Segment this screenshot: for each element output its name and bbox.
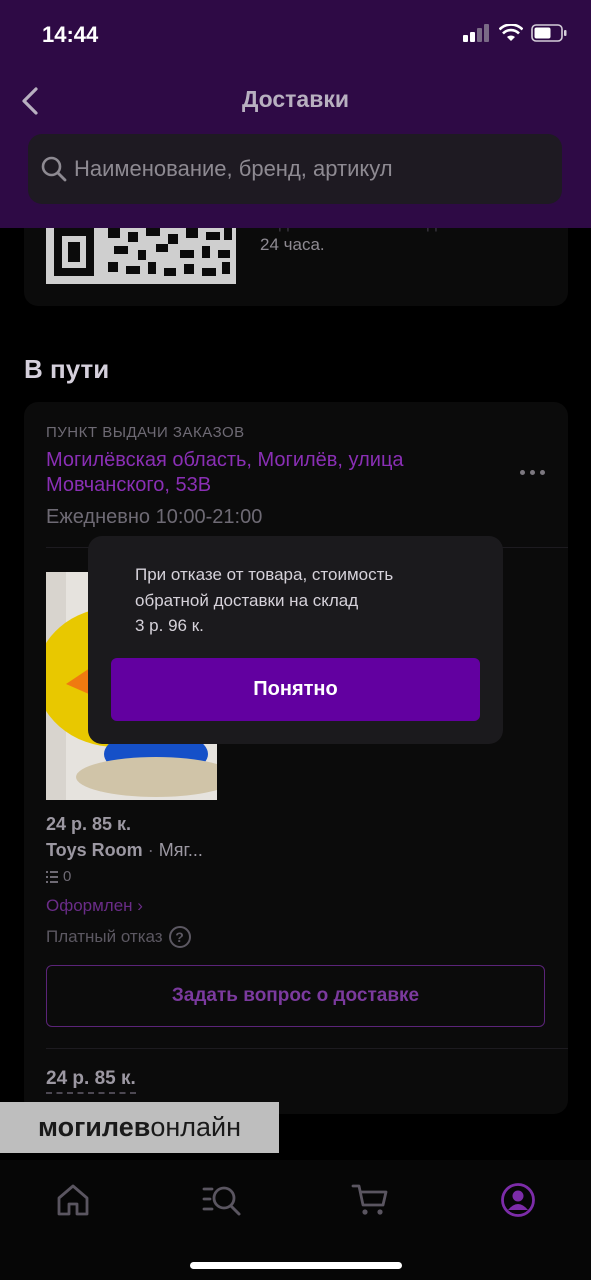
popup-line2: обратной доставки на склад: [135, 590, 359, 610]
product-price: 24 р. 85 к.: [46, 814, 132, 834]
more-options-button[interactable]: [512, 462, 552, 482]
watermark-normal: онлайн: [150, 1112, 242, 1142]
product-title: Мяг...: [158, 840, 203, 860]
tab-cart[interactable]: [350, 1180, 390, 1220]
search-input[interactable]: [74, 156, 544, 182]
watermark-logo: могилев онлайн: [0, 1102, 279, 1153]
tab-profile[interactable]: [498, 1180, 538, 1220]
pickup-address-link[interactable]: Могилёвская область, Могилёв, улица Мовч…: [46, 448, 476, 498]
search-icon: [41, 156, 67, 182]
catalog-search-icon: [202, 1186, 241, 1216]
popup-ok-button[interactable]: Понятно: [111, 658, 480, 721]
popup-line3: 3 р. 96 к.: [135, 616, 204, 635]
nav-bar: Доставки: [0, 78, 591, 124]
profile-icon: [501, 1183, 535, 1217]
cart-icon: [351, 1184, 388, 1215]
bottom-tab-bar: [0, 1160, 591, 1280]
qr-code-image: [46, 228, 236, 284]
return-cost-popup: При отказе от товара, стоимость обратной…: [88, 536, 503, 744]
product-name[interactable]: Toys Room · Мяг...: [46, 840, 203, 861]
status-time: 14:44: [42, 22, 99, 47]
watermark-bold: могилев: [37, 1112, 151, 1142]
signal-icon: [463, 24, 489, 42]
pickup-hours: Ежедневно 10:00-21:00: [46, 506, 263, 528]
status-bar: 14:44: [0, 0, 591, 70]
product-name-separator: ·: [147, 840, 154, 860]
home-icon: [57, 1184, 89, 1216]
pickup-point-label: ПУНКТ ВЫДАЧИ ЗАКАЗОВ: [46, 424, 245, 441]
paid-refusal: Платный отказ ?: [46, 926, 191, 948]
status-icons: [463, 24, 567, 42]
page-title: Доставки: [241, 86, 350, 112]
order-total-price: 24 р. 85 к.: [46, 1068, 136, 1094]
reviews-count: 0: [63, 868, 72, 885]
qr-hint-line2: 24 часа.: [260, 235, 325, 254]
tab-home[interactable]: [53, 1180, 93, 1220]
popup-message: При отказе от товара, стоимость обратной…: [135, 562, 475, 639]
app-header: 14:44 Доставки Наименование, бренд, арти…: [0, 0, 591, 228]
section-title-in-transit: В пути: [24, 354, 110, 384]
product-reviews: 0: [46, 868, 71, 885]
tab-catalog[interactable]: [202, 1180, 242, 1220]
order-status-link[interactable]: Оформлен ›: [46, 896, 143, 916]
battery-icon: [531, 24, 567, 42]
search-bar[interactable]: [28, 134, 562, 204]
reviews-list-icon: [46, 870, 58, 883]
wifi-icon: [499, 24, 523, 41]
popup-line1: При отказе от товара, стоимость: [135, 565, 394, 584]
order-card: ПУНКТ ВЫДАЧИ ЗАКАЗОВ Могилёвская область…: [24, 402, 568, 1114]
divider: [46, 1048, 568, 1049]
paid-refusal-label: Платный отказ: [46, 927, 163, 946]
home-indicator: [190, 1262, 402, 1269]
ask-delivery-question-button[interactable]: Задать вопрос о доставке: [46, 965, 545, 1027]
question-icon[interactable]: ?: [168, 926, 191, 948]
product-brand: Toys Room: [46, 840, 143, 860]
